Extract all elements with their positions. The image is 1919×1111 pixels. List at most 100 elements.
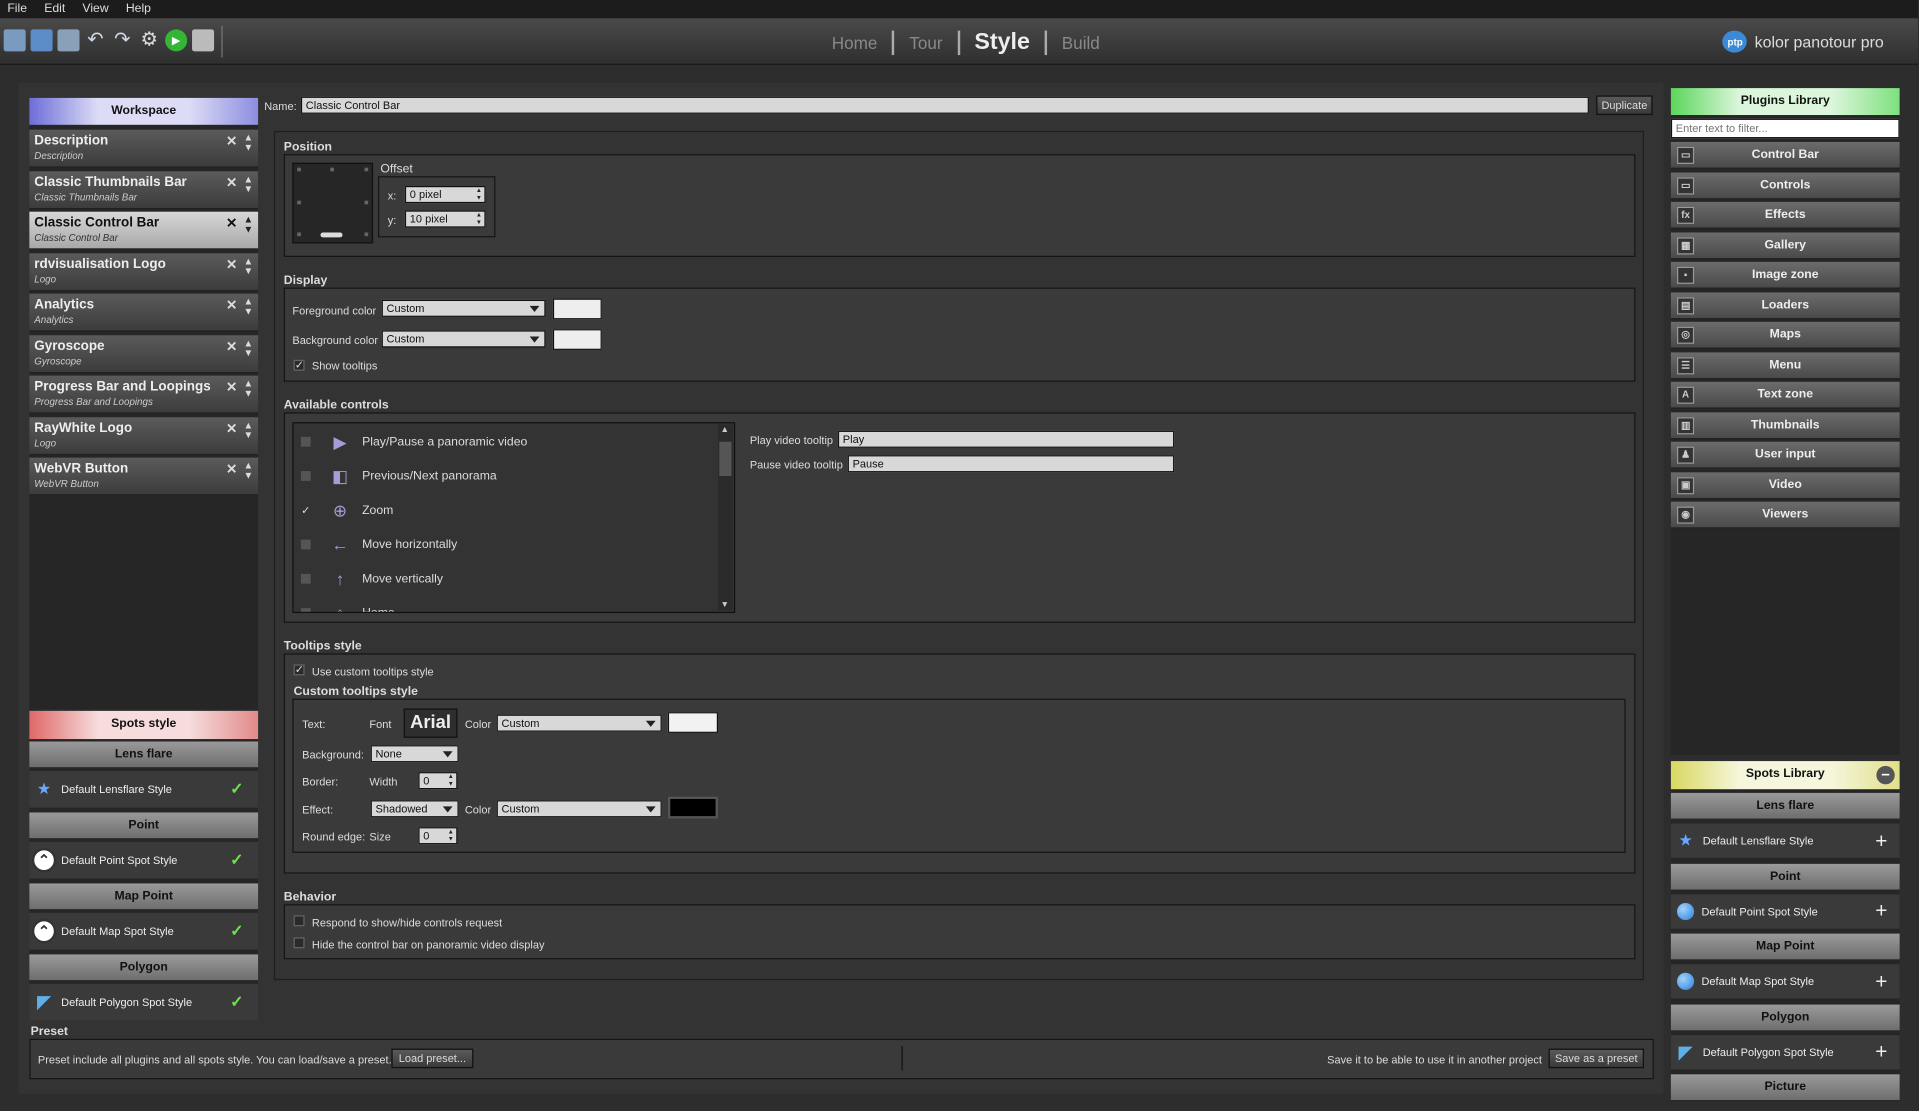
hide-on-video-checkbox[interactable]: [293, 937, 305, 949]
tab-style[interactable]: Style: [960, 30, 1048, 56]
add-icon[interactable]: +: [1875, 971, 1887, 992]
foreground-color-swatch[interactable]: [552, 298, 602, 320]
menu-file[interactable]: File: [7, 2, 27, 15]
font-button[interactable]: Arial: [403, 708, 458, 738]
spots-style-item[interactable]: ◤ Default Polygon Spot Style ✓: [29, 983, 259, 1021]
control-item[interactable]: ⌂ Home: [300, 596, 717, 612]
add-panorama-icon[interactable]: [57, 29, 80, 52]
tab-home[interactable]: Home: [817, 30, 895, 56]
menu-help[interactable]: Help: [126, 2, 151, 15]
plugins-filter-input[interactable]: [1670, 118, 1900, 139]
control-item[interactable]: ▶ Play/Pause a panoramic video: [300, 425, 717, 459]
round-size-stepper[interactable]: 0: [418, 827, 458, 845]
spots-style-item[interactable]: ⌃ Default Point Spot Style ✓: [29, 841, 259, 879]
plugin-item[interactable]: ▤ Loaders: [1670, 291, 1900, 319]
remove-icon[interactable]: ✕: [226, 461, 237, 478]
control-checkbox[interactable]: [300, 573, 311, 584]
remove-icon[interactable]: ✕: [226, 174, 237, 191]
text-color-select[interactable]: Custom: [496, 714, 662, 732]
save-preset-button[interactable]: Save as a preset: [1548, 1048, 1644, 1069]
spots-library-item[interactable]: ◤ Default Polygon Spot Style +: [1670, 1034, 1900, 1069]
plugin-item[interactable]: ◉ Viewers: [1670, 501, 1900, 529]
background-color-swatch[interactable]: [552, 329, 602, 350]
offset-y-stepper[interactable]: 10 pixel: [404, 210, 486, 228]
play-preview-icon[interactable]: ▶: [165, 29, 188, 52]
controls-list[interactable]: ▶ Play/Pause a panoramic video ◧ Previous/N…: [292, 422, 736, 614]
controls-scrollbar[interactable]: ▲ ▼: [718, 424, 733, 611]
plugin-item[interactable]: ☰ Menu: [1670, 351, 1900, 379]
plugin-item[interactable]: ♟ User input: [1670, 441, 1900, 469]
workspace-item[interactable]: RayWhite Logo Logo ✕ ▲ ▼: [29, 416, 259, 455]
control-checkbox[interactable]: [300, 608, 311, 612]
plugin-item[interactable]: A Text zone: [1670, 381, 1900, 409]
reorder-icon[interactable]: ▲ ▼: [244, 338, 254, 358]
workspace-item[interactable]: WebVR Button WebVR Button ✕ ▲ ▼: [29, 457, 259, 496]
background-color-select[interactable]: Custom: [381, 330, 546, 348]
spots-library-item[interactable]: Default Map Spot Style +: [1670, 964, 1900, 999]
reorder-icon[interactable]: ▲ ▼: [244, 461, 254, 481]
reorder-icon[interactable]: ▲ ▼: [244, 174, 254, 194]
effect-color-select[interactable]: Custom: [496, 800, 662, 818]
folder-icon[interactable]: [192, 29, 215, 52]
remove-icon[interactable]: ✕: [226, 338, 237, 355]
remove-icon[interactable]: ✕: [226, 420, 237, 437]
reorder-icon[interactable]: ▲ ▼: [244, 215, 254, 235]
open-project-icon[interactable]: [3, 29, 26, 52]
spots-style-item[interactable]: ⌃ Default Map Spot Style ✓: [29, 912, 259, 950]
workspace-item[interactable]: Gyroscope Gyroscope ✕ ▲ ▼: [29, 334, 259, 373]
control-checkbox[interactable]: [300, 539, 311, 550]
spots-library-item[interactable]: Default Point Spot Style +: [1670, 893, 1900, 929]
reorder-icon[interactable]: ▲ ▼: [244, 256, 254, 276]
plugin-item[interactable]: ▪ Image zone: [1670, 261, 1900, 289]
spots-style-item[interactable]: ★ Default Lensflare Style ✓: [29, 770, 259, 808]
remove-icon[interactable]: ✕: [226, 256, 237, 273]
control-checkbox[interactable]: ✓: [301, 505, 311, 516]
menu-edit[interactable]: Edit: [44, 2, 65, 15]
reorder-icon[interactable]: ▲ ▼: [244, 379, 254, 399]
plugin-item[interactable]: ▣ Video: [1670, 471, 1900, 499]
add-icon[interactable]: +: [1875, 901, 1887, 922]
plugin-item[interactable]: ▭ Control Bar: [1670, 141, 1900, 169]
reorder-icon[interactable]: ▲ ▼: [244, 420, 254, 440]
gear-icon[interactable]: ⚙: [138, 29, 160, 51]
control-item[interactable]: ← Move horizontally: [300, 527, 717, 561]
add-icon[interactable]: +: [1875, 830, 1887, 851]
tab-build[interactable]: Build: [1047, 31, 1114, 55]
tab-tour[interactable]: Tour: [895, 30, 960, 56]
control-checkbox[interactable]: [300, 436, 311, 447]
plugin-item[interactable]: ▥ Thumbnails: [1670, 411, 1900, 439]
plugin-item[interactable]: ▭ Controls: [1670, 171, 1900, 199]
duplicate-button[interactable]: Duplicate: [1596, 95, 1653, 116]
remove-icon[interactable]: ✕: [226, 297, 237, 314]
pause-tooltip-input[interactable]: Pause: [847, 455, 1175, 473]
respond-showhide-checkbox[interactable]: [293, 915, 305, 927]
plugin-item[interactable]: ▦ Gallery: [1670, 231, 1900, 259]
show-tooltips-checkbox[interactable]: ✓: [293, 359, 305, 371]
collapse-icon[interactable]: −: [1876, 765, 1895, 785]
remove-icon[interactable]: ✕: [226, 215, 237, 232]
plugin-item[interactable]: ◎ Maps: [1670, 321, 1900, 349]
remove-icon[interactable]: ✕: [226, 379, 237, 396]
load-preset-button[interactable]: Load preset...: [391, 1048, 474, 1069]
redo-icon[interactable]: ↷: [111, 29, 133, 51]
anchor-bottom-center[interactable]: [320, 232, 343, 238]
control-item[interactable]: ◧ Previous/Next panorama: [300, 459, 717, 493]
remove-icon[interactable]: ✕: [226, 133, 237, 150]
add-icon[interactable]: +: [1875, 1041, 1887, 1062]
workspace-item[interactable]: Progress Bar and Loopings Progress Bar an…: [29, 375, 259, 414]
foreground-color-select[interactable]: Custom: [381, 299, 546, 317]
control-item[interactable]: ↑ Move vertically: [300, 562, 717, 596]
control-checkbox[interactable]: [300, 471, 311, 481]
save-icon[interactable]: [30, 29, 53, 52]
reorder-icon[interactable]: ▲ ▼: [244, 297, 254, 317]
background-select[interactable]: None: [370, 745, 459, 763]
menu-view[interactable]: View: [82, 2, 108, 15]
workspace-item[interactable]: Analytics Analytics ✕ ▲ ▼: [29, 293, 259, 332]
anchor-grid[interactable]: [292, 162, 374, 244]
workspace-item[interactable]: Classic Thumbnails Bar Classic Thumbnails…: [29, 170, 259, 209]
offset-x-stepper[interactable]: 0 pixel: [404, 185, 486, 204]
name-input[interactable]: Classic Control Bar: [300, 96, 1589, 114]
spots-library-item[interactable]: ★ Default Lensflare Style +: [1670, 823, 1900, 858]
effect-select[interactable]: Shadowed: [370, 800, 459, 818]
use-custom-tooltips-checkbox[interactable]: ✓: [293, 664, 305, 676]
